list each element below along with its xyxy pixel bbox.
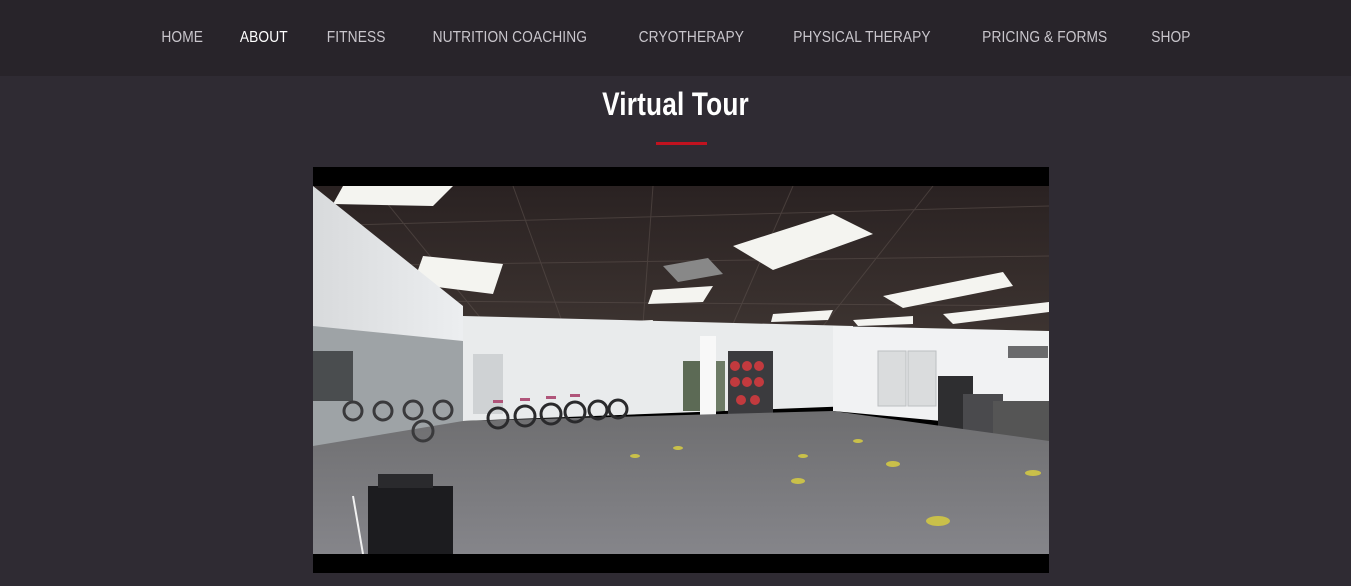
nav-nutrition-coaching[interactable]: NUTRITION COACHING xyxy=(420,0,600,76)
nav-shop[interactable]: SHOP xyxy=(1138,0,1203,76)
nav-physical-therapy[interactable]: PHYSICAL THERAPY xyxy=(780,0,943,76)
page-title: Virtual Tour xyxy=(602,86,749,122)
nav-about[interactable]: ABOUT xyxy=(227,0,301,76)
virtual-tour-video[interactable] xyxy=(313,167,1049,573)
gym-interior-image xyxy=(313,186,1049,554)
nav-pricing-forms[interactable]: PRICING & FORMS xyxy=(969,0,1120,76)
nav-cryotherapy[interactable]: CRYOTHERAPY xyxy=(625,0,756,76)
nav-fitness[interactable]: FITNESS xyxy=(314,0,399,76)
title-underline xyxy=(656,142,707,145)
main-navigation: HOME ABOUT FITNESS NUTRITION COACHING CR… xyxy=(0,0,1351,76)
nav-home[interactable]: HOME xyxy=(148,0,215,76)
